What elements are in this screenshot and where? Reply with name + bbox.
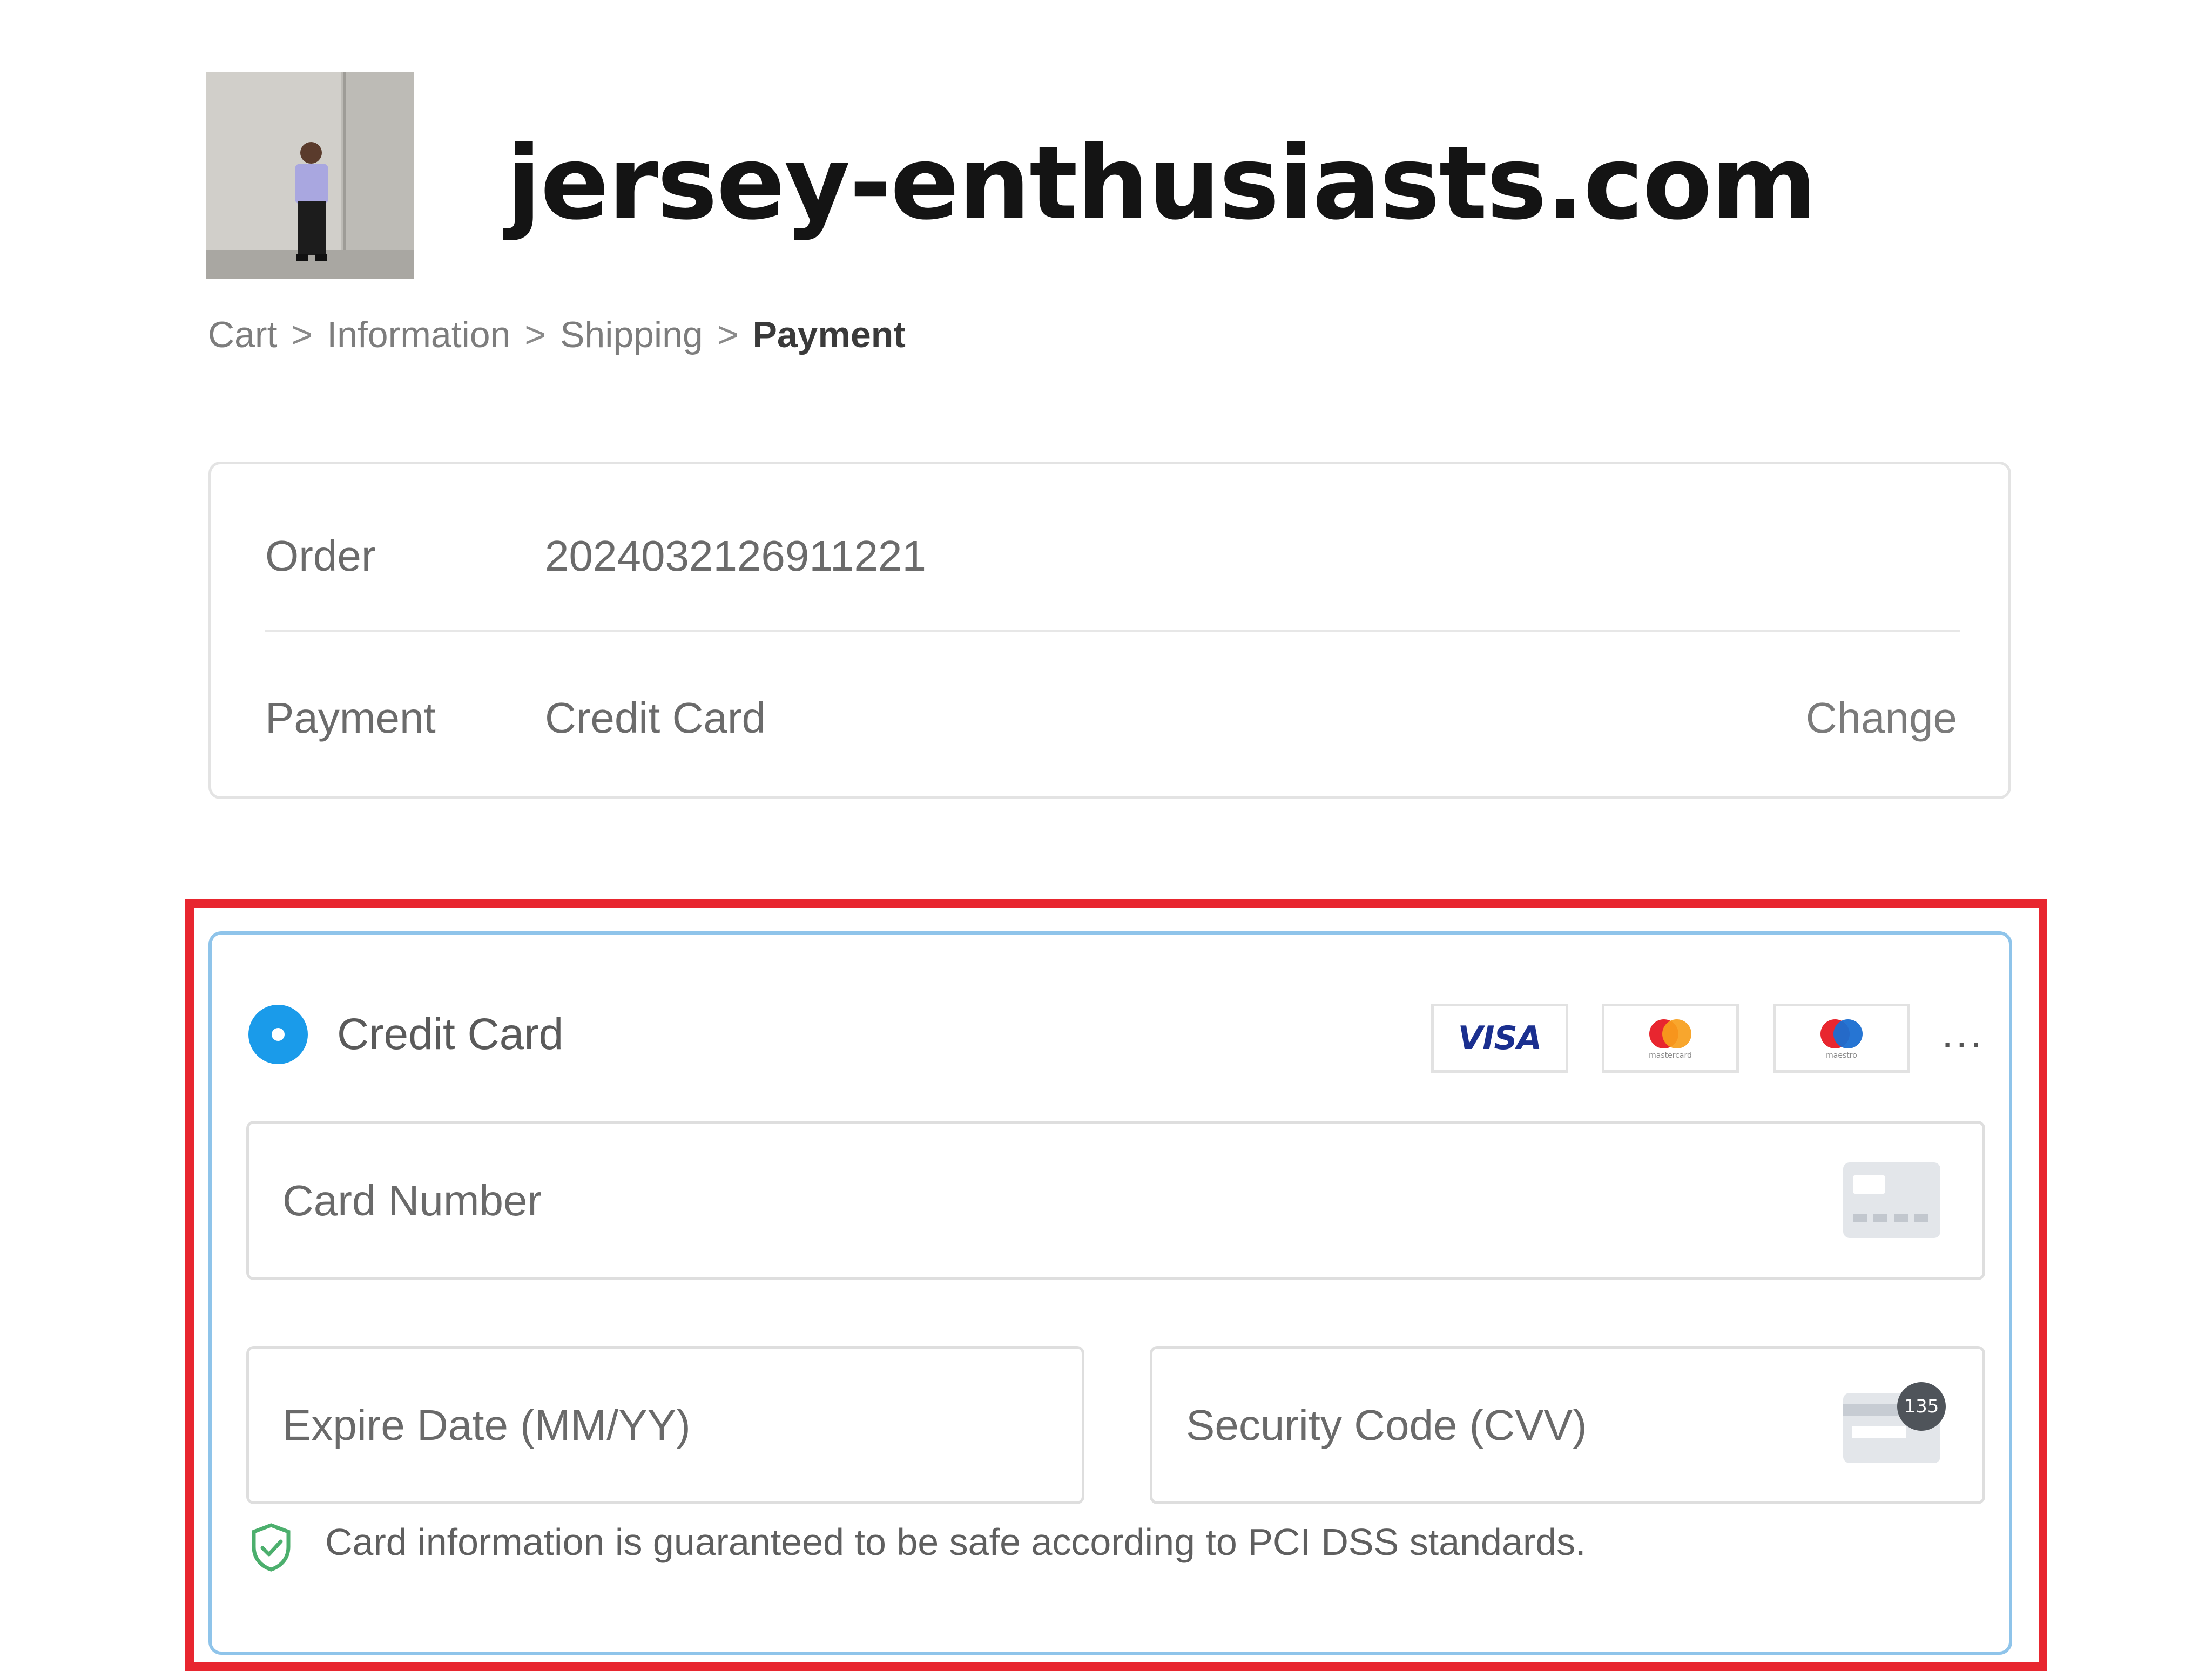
payment-label: Payment [265, 694, 436, 742]
payment-value: Credit Card [545, 694, 766, 742]
more-brands-icon[interactable]: ... [1941, 1016, 1984, 1053]
summary-divider [265, 630, 1960, 632]
mastercard-circles-icon [1649, 1019, 1691, 1048]
cvv-card-icon: 135 [1843, 1382, 1946, 1463]
site-title: jersey-enthusiasts.com [507, 124, 1817, 242]
maestro-circles-icon [1820, 1019, 1863, 1048]
shield-check-icon [252, 1523, 291, 1572]
maestro-icon: maestro [1773, 1004, 1910, 1073]
order-label: Order [265, 532, 376, 580]
visa-brand-text: VISA [1458, 1019, 1542, 1057]
breadcrumb-separator: > [717, 314, 739, 355]
breadcrumb-separator: > [291, 314, 313, 355]
store-logo-photo [206, 72, 414, 279]
breadcrumb: Cart > Information > Shipping > Payment [208, 313, 906, 356]
order-number: 2024032126911221 [545, 532, 926, 580]
expiry-date-field[interactable] [246, 1346, 1084, 1504]
cvv-badge: 135 [1897, 1382, 1946, 1431]
credit-card-option-label[interactable]: Credit Card [337, 1005, 563, 1064]
security-code-field[interactable]: 135 [1150, 1346, 1985, 1504]
breadcrumb-shipping[interactable]: Shipping [560, 314, 703, 355]
maestro-brand-text: maestro [1826, 1051, 1857, 1060]
security-code-input[interactable] [1185, 1399, 1943, 1451]
expiry-date-input[interactable] [281, 1399, 1040, 1451]
breadcrumb-separator: > [524, 314, 547, 355]
breadcrumb-information[interactable]: Information [327, 314, 510, 355]
card-number-field[interactable] [246, 1121, 1985, 1280]
mastercard-brand-text: mastercard [1649, 1051, 1692, 1060]
credit-card-radio[interactable] [248, 1005, 308, 1064]
change-payment-link[interactable]: Change [1806, 691, 1957, 745]
visa-icon: VISA [1431, 1004, 1568, 1073]
breadcrumb-cart[interactable]: Cart [208, 314, 277, 355]
card-icon [1843, 1162, 1940, 1238]
credit-card-panel: Credit Card VISA mastercard maestro ... [208, 931, 2012, 1655]
card-number-input[interactable] [281, 1175, 1040, 1226]
order-summary-card: Order 2024032126911221 Payment Credit Ca… [208, 462, 2011, 799]
mastercard-icon: mastercard [1602, 1004, 1739, 1073]
breadcrumb-payment: Payment [752, 314, 906, 355]
security-note: Card information is guaranteed to be saf… [325, 1521, 1586, 1563]
